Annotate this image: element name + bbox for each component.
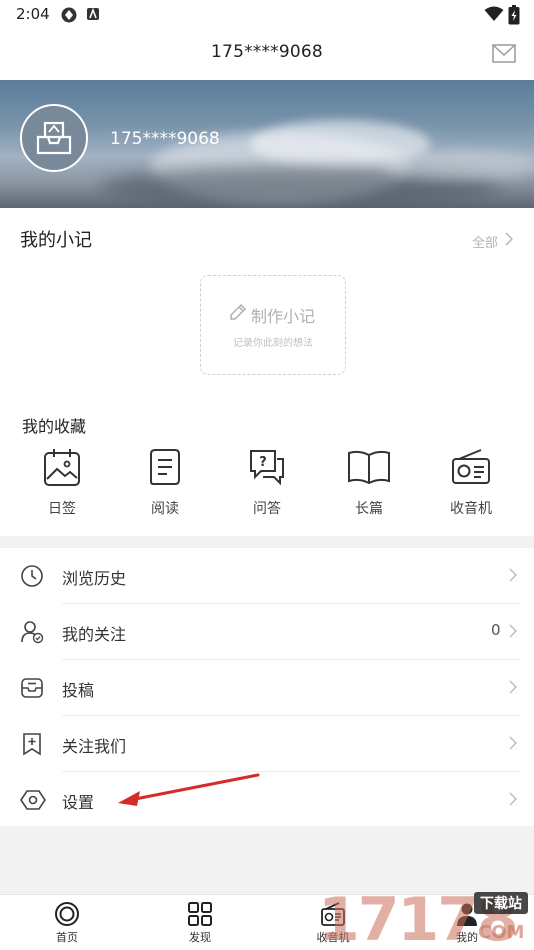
make-note-subtitle: 记录你此刻的想法	[233, 338, 313, 349]
sync-icon	[61, 7, 77, 23]
wifi-icon	[484, 6, 504, 21]
fav-item-radio[interactable]: 收音机	[431, 446, 511, 518]
status-bar: 2:04	[0, 0, 534, 28]
fav-item-reading[interactable]: 阅读	[125, 446, 205, 518]
menu-count: 0	[491, 621, 501, 639]
make-note-title: 制作小记	[251, 307, 316, 326]
fav-label: 阅读	[151, 501, 179, 517]
tab-discover[interactable]: 发现	[160, 901, 240, 945]
menu-label: 投稿	[62, 681, 95, 700]
pencil-icon	[230, 303, 247, 320]
menu-item-following[interactable]: 我的关注 0	[0, 604, 534, 660]
my-favorites-section: 我的收藏 日签 阅读 ? 问答 长篇 收音机	[0, 398, 534, 536]
watermark-badge: 下载站	[474, 892, 528, 914]
fav-label: 问答	[253, 501, 281, 517]
my-notes-section: 我的小记 全部 制作小记 记录你此刻的想法	[0, 208, 534, 398]
menu-item-history[interactable]: 浏览历史	[0, 548, 534, 604]
menu-item-follow-us[interactable]: 关注我们	[0, 716, 534, 772]
page-title: 175****9068	[211, 42, 323, 62]
watermark-logo: 17178 下载站 COM	[318, 890, 534, 950]
menu-label: 设置	[62, 793, 95, 812]
radio-icon	[452, 449, 490, 484]
mail-icon[interactable]	[492, 44, 516, 63]
menu-label: 我的关注	[62, 625, 127, 644]
username: 175****9068	[110, 129, 220, 149]
fav-item-qa[interactable]: ? 问答	[227, 446, 307, 518]
chevron-right-icon	[509, 680, 517, 694]
fav-label: 长篇	[355, 501, 383, 517]
menu-item-settings[interactable]: 设置	[0, 772, 534, 828]
section-title: 我的小记	[20, 230, 92, 251]
menu-label: 关注我们	[62, 737, 127, 756]
question-chat-icon: ?	[250, 450, 284, 486]
home-circle-icon	[55, 902, 79, 926]
chevron-right-icon	[509, 624, 517, 638]
chevron-right-icon[interactable]	[505, 232, 513, 246]
view-all-link[interactable]: 全部	[472, 232, 498, 251]
status-time: 2:04	[16, 5, 50, 23]
profile-banner[interactable]: 175****9068	[0, 80, 534, 208]
document-icon	[150, 449, 180, 485]
top-bar: 175****9068	[0, 28, 534, 80]
chevron-right-icon	[509, 568, 517, 582]
chevron-right-icon	[509, 792, 517, 806]
clock-icon	[21, 565, 43, 587]
bookmark-plus-icon	[23, 733, 41, 756]
inbox-tray-icon	[21, 678, 43, 698]
calendar-image-icon	[44, 449, 80, 486]
tab-home[interactable]: 首页	[27, 901, 107, 945]
tab-label: 首页	[56, 931, 78, 944]
svg-text:?: ?	[259, 455, 267, 470]
watermark-domain: COM	[478, 922, 525, 943]
avatar[interactable]	[20, 104, 88, 172]
hexagon-gear-icon	[20, 790, 46, 810]
chevron-right-icon	[509, 736, 517, 750]
open-book-icon	[348, 450, 390, 485]
app-notification-icon	[87, 7, 99, 20]
menu-label: 浏览历史	[62, 569, 127, 588]
fav-item-long[interactable]: 长篇	[329, 446, 409, 518]
grid-icon	[188, 902, 212, 926]
fav-label: 日签	[48, 501, 76, 517]
make-note-card[interactable]: 制作小记 记录你此刻的想法	[200, 275, 346, 375]
user-check-icon	[21, 621, 44, 644]
inbox-avatar-icon	[36, 121, 72, 155]
battery-icon	[508, 5, 520, 25]
section-title: 我的收藏	[22, 417, 87, 436]
menu-list: 浏览历史 我的关注 0 投稿 关注我们 设置	[0, 548, 534, 826]
tab-label: 发现	[189, 931, 211, 944]
fav-label: 收音机	[450, 501, 492, 517]
menu-item-submit[interactable]: 投稿	[0, 660, 534, 716]
fav-item-daily[interactable]: 日签	[22, 446, 102, 518]
